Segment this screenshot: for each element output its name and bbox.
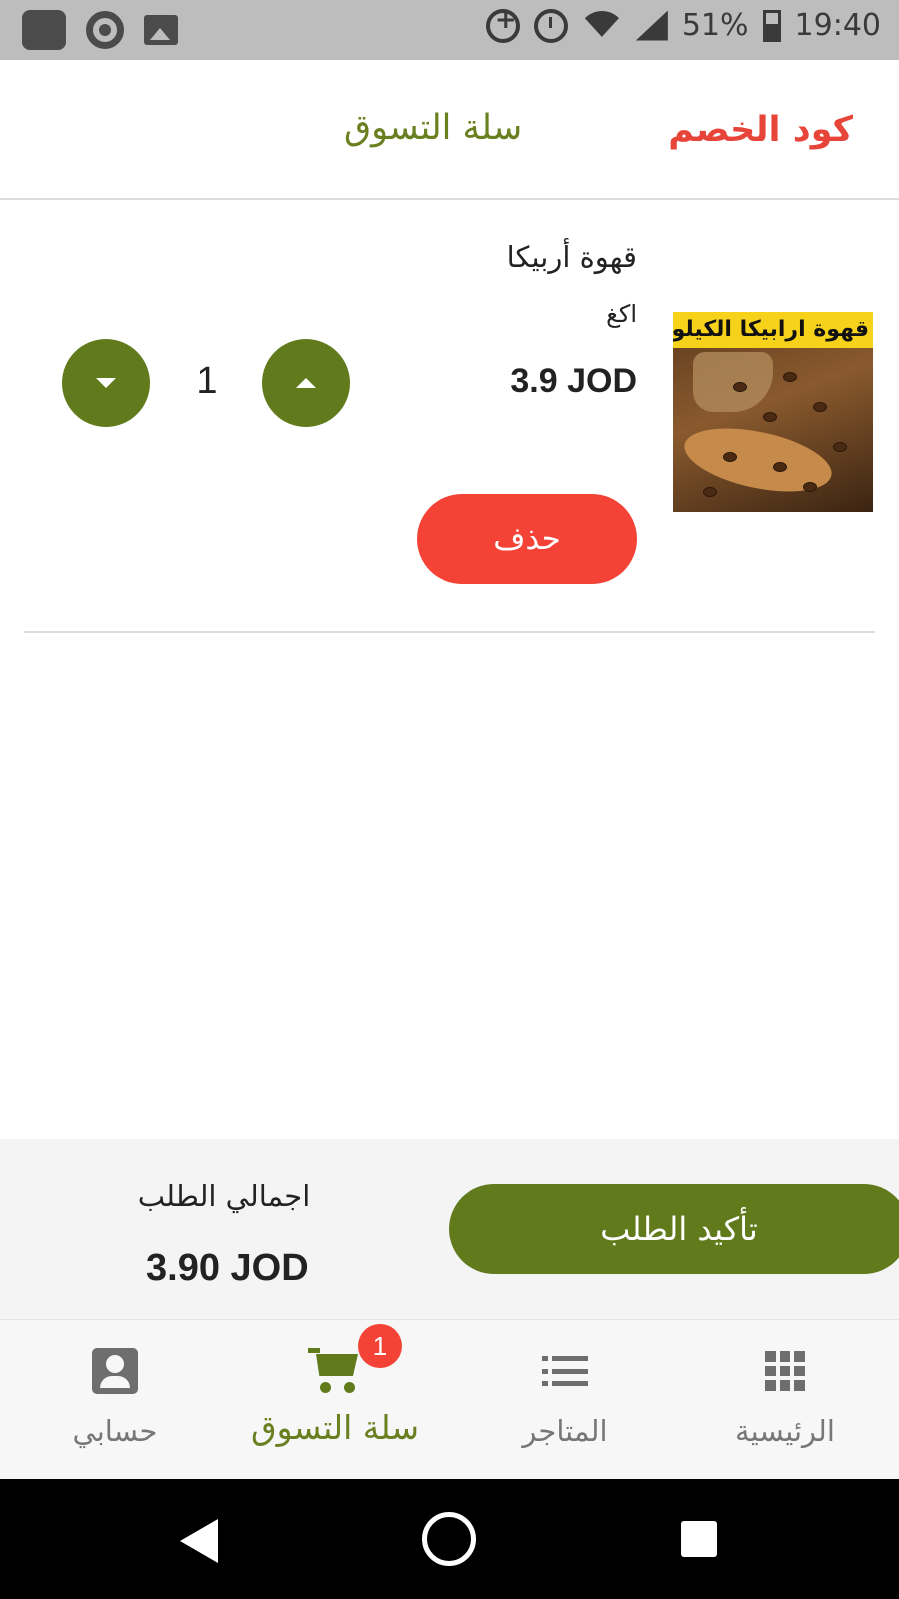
data-saver-icon <box>485 5 520 43</box>
bean <box>763 412 777 422</box>
product-image: قهوة ارابيكا الكيلو ب <box>673 312 873 512</box>
caret-down-icon <box>96 378 116 388</box>
product-image-banner: قهوة ارابيكا الكيلو ب <box>673 312 873 348</box>
quantity-increase-button[interactable] <box>262 339 350 427</box>
product-unit: اكغ <box>606 300 637 328</box>
alarm-icon <box>533 8 568 43</box>
image-icon <box>144 15 178 45</box>
status-bar-left <box>22 10 178 50</box>
order-total-label: اجمالي الطلب <box>137 1179 311 1213</box>
caret-up-icon <box>296 378 316 388</box>
chrome-icon <box>86 11 124 49</box>
page-title: سلة التسوق <box>344 108 523 148</box>
nav-item-home[interactable]: الرئيسية <box>700 1320 870 1480</box>
clock-time: 19:40 <box>794 8 881 43</box>
home-icon[interactable] <box>422 1512 476 1566</box>
bean <box>803 482 817 492</box>
grid-icon-wrap <box>765 1346 805 1396</box>
bean <box>773 462 787 472</box>
account-icon <box>92 1348 138 1394</box>
status-bar: 51% 19:40 <box>0 0 899 60</box>
bottom-navigation: حسابي 1 سلة التسوق المتاجر الرئيسية <box>0 1319 899 1479</box>
nav-item-stores[interactable]: المتاجر <box>490 1320 640 1480</box>
cart-count-badge: 1 <box>358 1324 402 1368</box>
list-icon <box>542 1356 588 1386</box>
battery-percent: 51% <box>681 8 749 43</box>
cart-icon: 1 <box>308 1324 402 1394</box>
nav-label-home: الرئيسية <box>735 1414 835 1448</box>
signal-icon <box>635 10 668 41</box>
cart-icon-wrap: 1 <box>308 1324 402 1396</box>
bean <box>723 452 737 462</box>
nav-item-cart[interactable]: 1 سلة التسوق <box>220 1320 450 1480</box>
account-icon-wrap <box>92 1346 138 1396</box>
wifi-icon <box>582 11 622 41</box>
sack-shape <box>693 352 773 412</box>
quantity-decrease-button[interactable] <box>62 339 150 427</box>
bean <box>783 372 797 382</box>
bean <box>733 382 747 392</box>
grid-icon <box>765 1351 805 1391</box>
system-navigation-bar <box>0 1479 899 1599</box>
discount-code-button[interactable]: كود الخصم <box>668 110 853 150</box>
order-total-value: 3.90 JOD <box>146 1247 309 1289</box>
nav-label-cart: سلة التسوق <box>250 1408 420 1447</box>
back-icon[interactable] <box>180 1519 218 1563</box>
bean <box>703 487 717 497</box>
list-icon-wrap <box>542 1346 588 1396</box>
order-summary: تأكيد الطلب اجمالي الطلب 3.90 JOD <box>0 1139 899 1319</box>
bean <box>833 442 847 452</box>
battery-icon <box>762 9 781 42</box>
quantity-value: 1 <box>196 360 218 402</box>
divider <box>24 631 875 633</box>
confirm-order-button[interactable]: تأكيد الطلب <box>449 1184 899 1274</box>
delete-button[interactable]: حذف <box>417 494 637 584</box>
product-price: 3.9 JOD <box>510 362 637 400</box>
status-bar-right: 51% 19:40 <box>485 5 881 43</box>
bean <box>813 402 827 412</box>
product-name: قهوة أربيكا <box>506 240 637 274</box>
app-header: سلة التسوق كود الخصم <box>0 60 899 200</box>
nav-label-account: حسابي <box>72 1414 158 1448</box>
recent-apps-icon[interactable] <box>681 1521 717 1557</box>
nav-item-account[interactable]: حسابي <box>40 1320 190 1480</box>
nav-label-stores: المتاجر <box>522 1414 608 1448</box>
app-icon <box>22 10 66 50</box>
